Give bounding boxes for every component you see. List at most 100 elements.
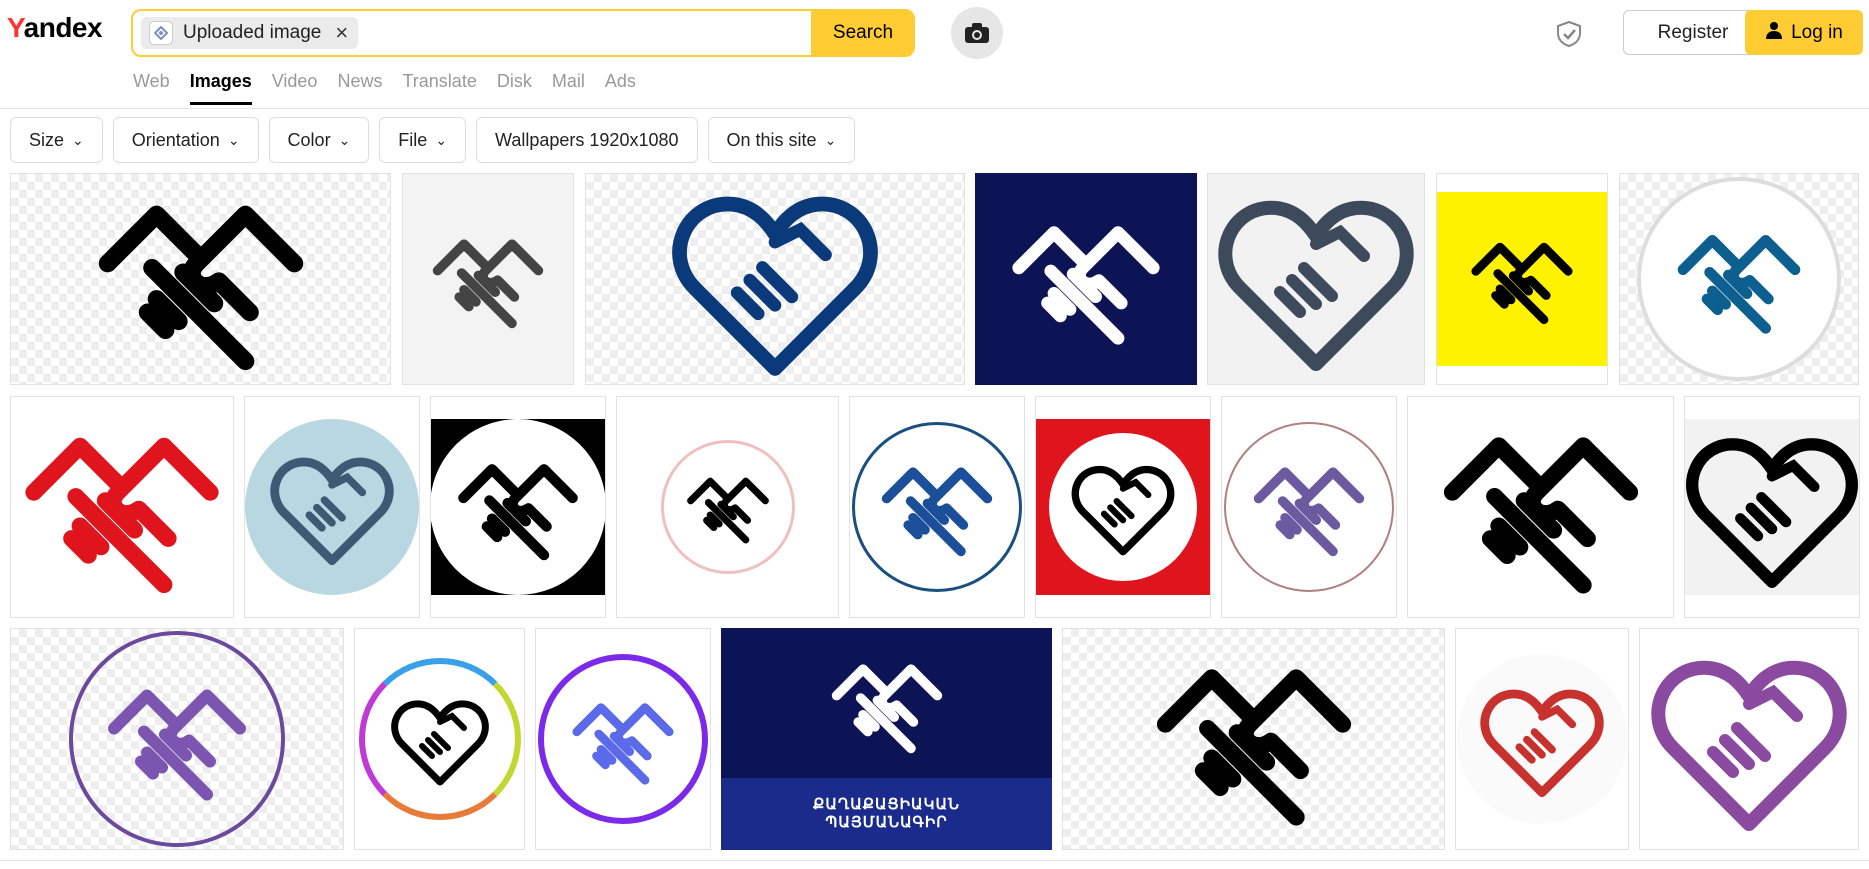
tab-web[interactable]: Web <box>133 71 170 105</box>
search-button[interactable]: Search <box>811 9 915 57</box>
result-image-21[interactable] <box>1062 628 1445 850</box>
uploaded-image-thumb-icon <box>149 21 173 45</box>
filter-label: On this site <box>726 129 817 150</box>
filter-color[interactable]: Color ⌄ <box>268 117 370 163</box>
login-button[interactable]: Log in <box>1745 10 1863 55</box>
filter-size[interactable]: Size ⌄ <box>10 117 103 163</box>
filter-label: Size <box>29 129 65 150</box>
result-image-2[interactable] <box>402 173 574 385</box>
filter-label: Wallpapers 1920x1080 <box>495 129 679 150</box>
chevron-down-icon: ⌄ <box>338 131 351 148</box>
tab-video[interactable]: Video <box>272 71 318 105</box>
result-image-4[interactable] <box>975 173 1197 385</box>
search-box[interactable]: Uploaded image × <box>131 9 915 57</box>
handshake-heart-icon <box>1684 422 1860 592</box>
handshake-heart-icon <box>665 179 885 379</box>
result-image-8[interactable] <box>10 396 234 618</box>
handshake-icon <box>1426 412 1656 602</box>
handshake-icon <box>1139 644 1369 834</box>
uploaded-image-label: Uploaded image <box>183 22 322 43</box>
handshake-icon <box>1664 219 1814 339</box>
result-image-17[interactable] <box>10 628 344 850</box>
result-image-22[interactable] <box>1455 628 1629 850</box>
handshake-icon <box>102 669 252 809</box>
handshake-icon <box>453 447 583 567</box>
result-image-18[interactable] <box>354 628 525 850</box>
filter-label: File <box>398 129 428 150</box>
circle-badge <box>852 422 1022 592</box>
circle-badge <box>1224 422 1394 592</box>
handshake-heart-icon <box>390 692 490 787</box>
result-image-1[interactable] <box>10 173 391 385</box>
filter-on-this-site[interactable]: On this site ⌄ <box>707 117 856 163</box>
handshake-heart-icon <box>1068 457 1178 557</box>
handshake-icon <box>1249 452 1369 562</box>
yandex-logo[interactable]: Yandex <box>7 12 103 44</box>
result-image-3[interactable] <box>585 173 965 385</box>
header-divider <box>0 108 1869 109</box>
chevron-down-icon: ⌄ <box>72 131 84 148</box>
filter-label: Color <box>287 129 331 150</box>
result-image-19[interactable] <box>535 628 711 850</box>
result-image-20[interactable]: ՔԱՂԱՔԱՑԻԱԿԱՆ ՊԱՅՄԱՆԱԳԻՐ <box>721 628 1052 850</box>
handshake-icon <box>1467 229 1577 329</box>
service-tabs: Web Images Video News Translate Disk Mai… <box>133 71 656 105</box>
camera-icon[interactable] <box>951 7 1003 59</box>
login-label: Log in <box>1791 21 1843 43</box>
handshake-heart-icon <box>1477 679 1607 799</box>
result-image-12[interactable] <box>849 396 1025 618</box>
handshake-icon <box>428 219 548 339</box>
circle-badge <box>1637 177 1841 381</box>
banner-caption: ՔԱՂԱՔԱՑԻԱԿԱՆ ՊԱՅՄԱՆԱԳԻՐ <box>721 778 1052 850</box>
result-image-7[interactable] <box>1619 173 1859 385</box>
handshake-heart-icon <box>1649 644 1849 834</box>
result-image-5[interactable] <box>1207 173 1425 385</box>
result-image-6[interactable] <box>1436 173 1608 385</box>
circle-badge <box>1049 433 1197 581</box>
handshake-icon <box>877 452 997 562</box>
uploaded-image-chip[interactable]: Uploaded image × <box>141 17 359 49</box>
filter-wallpapers[interactable]: Wallpapers 1920x1080 <box>476 117 698 163</box>
circle-badge <box>245 419 419 595</box>
black-background <box>431 419 605 595</box>
chevron-down-icon: ⌄ <box>227 131 240 148</box>
register-button[interactable]: Register <box>1623 10 1763 55</box>
handshake-icon <box>86 179 316 379</box>
circle-badge <box>660 440 795 574</box>
tab-ads[interactable]: Ads <box>605 71 636 105</box>
result-image-13[interactable] <box>1035 396 1211 618</box>
circle-badge <box>358 658 521 820</box>
handshake-icon <box>827 649 947 759</box>
tab-news[interactable]: News <box>337 71 382 105</box>
close-icon[interactable]: × <box>335 20 348 46</box>
tab-images[interactable]: Images <box>189 71 252 105</box>
result-image-16[interactable] <box>1684 396 1860 618</box>
circle-badge <box>538 654 708 824</box>
circle-badge <box>431 419 605 595</box>
logo-letter-y: Y <box>7 12 24 43</box>
footer-divider <box>0 860 1869 861</box>
tab-disk[interactable]: Disk <box>497 71 532 105</box>
filter-orientation[interactable]: Orientation ⌄ <box>112 117 259 163</box>
circle-badge <box>69 631 285 847</box>
filter-label: Orientation <box>131 129 220 150</box>
filter-file[interactable]: File ⌄ <box>379 117 467 163</box>
logo-text: andex <box>23 12 103 43</box>
result-image-15[interactable] <box>1407 396 1674 618</box>
result-image-9[interactable] <box>244 396 420 618</box>
chevron-down-icon: ⌄ <box>824 131 837 148</box>
circle-badge <box>1457 654 1627 824</box>
chevron-down-icon: ⌄ <box>435 131 448 148</box>
tab-translate[interactable]: Translate <box>402 71 476 105</box>
result-image-23[interactable] <box>1639 628 1859 850</box>
handshake-heart-icon <box>267 447 397 567</box>
result-image-14[interactable] <box>1221 396 1397 618</box>
yellow-background <box>1437 192 1607 366</box>
handshake-icon <box>683 467 773 547</box>
grey-background <box>1684 419 1860 595</box>
shield-check-icon[interactable] <box>1555 20 1583 53</box>
handshake-icon <box>568 687 678 792</box>
result-image-10[interactable] <box>430 396 606 618</box>
result-image-11[interactable] <box>616 396 839 618</box>
tab-mail[interactable]: Mail <box>552 71 585 105</box>
